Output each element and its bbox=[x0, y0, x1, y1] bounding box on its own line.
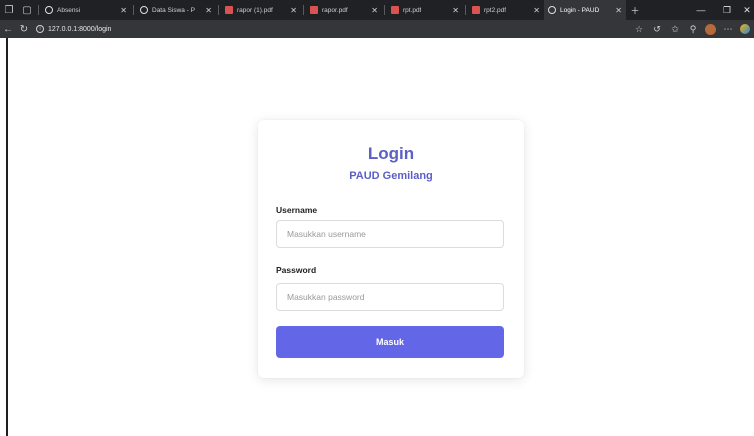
globe-icon bbox=[140, 6, 148, 14]
tab-bar: ❐ ▢ Absensi ✕ Data Siswa - P ✕ rapor (1)… bbox=[0, 0, 754, 20]
close-icon[interactable]: ✕ bbox=[452, 6, 459, 15]
password-input[interactable] bbox=[276, 283, 504, 311]
refresh-icon[interactable]: ↻ bbox=[16, 20, 32, 38]
back-icon[interactable]: ← bbox=[0, 20, 16, 38]
username-label: Username bbox=[276, 205, 318, 215]
toolbar-actions: ☆ ↺ ✩ ⚲ ⋯ bbox=[633, 23, 754, 35]
copilot-icon[interactable] bbox=[740, 24, 750, 34]
url-text: 127.0.0.1:8000/login bbox=[48, 25, 112, 33]
pdf-icon bbox=[310, 6, 318, 14]
tab-title: Data Siswa - P bbox=[152, 6, 195, 14]
tab-separator bbox=[465, 5, 466, 15]
tab-title: rapor.pdf bbox=[322, 6, 348, 14]
tab-actions-icon[interactable]: ▢ bbox=[18, 0, 36, 20]
pdf-icon bbox=[472, 6, 480, 14]
refresh-page-icon[interactable]: ↺ bbox=[651, 24, 663, 35]
close-window-icon[interactable]: ✕ bbox=[740, 5, 754, 16]
tab-separator bbox=[303, 5, 304, 15]
tab-title: rpt.pdf bbox=[403, 6, 422, 14]
close-icon[interactable]: ✕ bbox=[205, 6, 212, 15]
more-options-icon[interactable]: ⋯ bbox=[722, 24, 734, 35]
restore-icon[interactable]: ❐ bbox=[714, 5, 740, 16]
tab-rpt2-pdf[interactable]: rpt2.pdf ✕ bbox=[468, 0, 544, 20]
tab-rpt-pdf[interactable]: rpt.pdf ✕ bbox=[387, 0, 463, 20]
tab-title: rpt2.pdf bbox=[484, 6, 507, 14]
toolbar: ← ↻ i 127.0.0.1:8000/login ☆ ↺ ✩ ⚲ ⋯ bbox=[0, 20, 754, 38]
close-icon[interactable]: ✕ bbox=[533, 6, 540, 15]
tab-login-paud[interactable]: Login - PAUD ✕ bbox=[544, 0, 626, 20]
login-card: Login PAUD Gemilang Username Password Ma… bbox=[258, 120, 524, 378]
tab-separator bbox=[384, 5, 385, 15]
tab-title: Login - PAUD bbox=[560, 6, 600, 14]
username-input[interactable] bbox=[276, 220, 504, 248]
favorite-star-icon[interactable]: ☆ bbox=[633, 24, 645, 35]
minimize-icon[interactable]: — bbox=[688, 5, 714, 15]
favorites-icon[interactable]: ✩ bbox=[669, 24, 681, 35]
login-submit-button[interactable]: Masuk bbox=[276, 326, 504, 358]
tab-separator bbox=[38, 5, 39, 15]
profile-avatar[interactable] bbox=[705, 23, 716, 35]
close-icon[interactable]: ✕ bbox=[290, 6, 297, 15]
close-icon[interactable]: ✕ bbox=[615, 6, 622, 15]
new-tab-icon[interactable]: ＋ bbox=[626, 4, 644, 17]
tab-title: Absensi bbox=[57, 6, 81, 14]
tab-absensi[interactable]: Absensi ✕ bbox=[41, 0, 131, 20]
tab-rapor-1-pdf[interactable]: rapor (1).pdf ✕ bbox=[221, 0, 301, 20]
login-subtitle: PAUD Gemilang bbox=[349, 170, 433, 182]
globe-icon bbox=[45, 6, 53, 14]
globe-icon bbox=[548, 6, 556, 14]
tab-data-siswa[interactable]: Data Siswa - P ✕ bbox=[136, 0, 216, 20]
password-label: Password bbox=[276, 265, 317, 275]
extensions-icon[interactable]: ⚲ bbox=[687, 24, 699, 35]
pdf-icon bbox=[225, 6, 233, 14]
address-bar[interactable]: i 127.0.0.1:8000/login bbox=[32, 22, 622, 36]
info-icon[interactable]: i bbox=[36, 25, 44, 33]
tab-separator bbox=[218, 5, 219, 15]
close-icon[interactable]: ✕ bbox=[120, 6, 127, 15]
browser-window: ❐ ▢ Absensi ✕ Data Siswa - P ✕ rapor (1)… bbox=[0, 0, 754, 436]
tab-title: rapor (1).pdf bbox=[237, 6, 273, 14]
tab-separator bbox=[133, 5, 134, 15]
login-title: Login bbox=[367, 144, 415, 163]
workspaces-icon[interactable]: ❐ bbox=[0, 0, 18, 20]
close-icon[interactable]: ✕ bbox=[371, 6, 378, 15]
pdf-icon bbox=[391, 6, 399, 14]
tab-rapor-pdf[interactable]: rapor.pdf ✕ bbox=[306, 0, 382, 20]
page-viewport: Login PAUD Gemilang Username Password Ma… bbox=[6, 38, 754, 436]
